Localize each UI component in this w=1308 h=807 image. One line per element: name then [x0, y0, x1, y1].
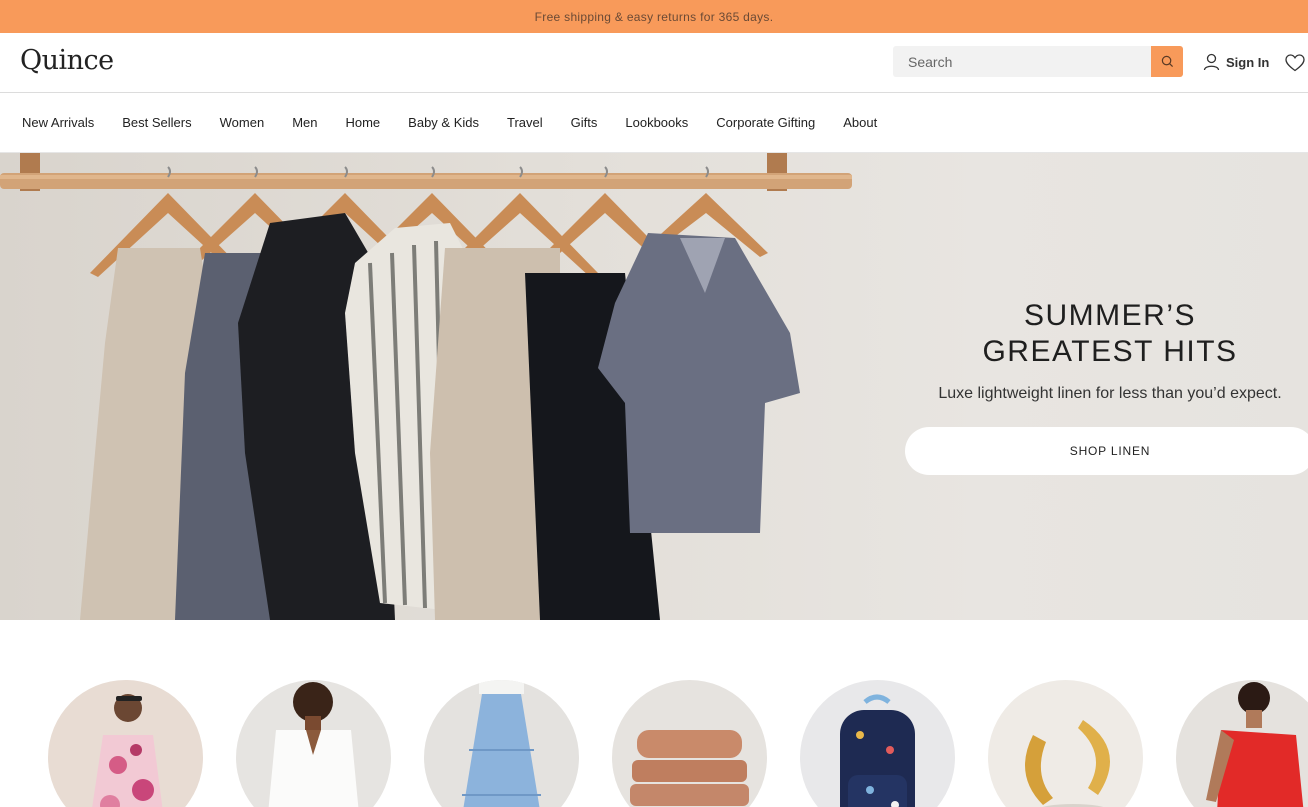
- category-kids-backpack[interactable]: [800, 680, 955, 807]
- search-box: [893, 46, 1183, 77]
- wishlist-button[interactable]: [1285, 54, 1305, 77]
- floral-dress-photo-icon: [92, 694, 163, 807]
- nav-item-men[interactable]: Men: [278, 115, 331, 130]
- hero-subtitle: Luxe lightweight linen for less than you…: [938, 385, 1282, 402]
- hero-title-line-1: SUMMER’S: [1023, 299, 1196, 332]
- nav-item-corporate-gifting[interactable]: Corporate Gifting: [702, 115, 829, 130]
- main-nav: New Arrivals Best Sellers Women Men Home…: [0, 93, 1308, 153]
- hero-title-line-2: GREATEST HITS: [982, 335, 1238, 368]
- search-icon: [1161, 55, 1173, 68]
- hero-clothing-rack-image: [0, 153, 852, 620]
- nav-item-best-sellers[interactable]: Best Sellers: [108, 115, 205, 130]
- hero-text-block: SUMMER’S GREATEST HITS Luxe lightweight …: [905, 298, 1308, 403]
- category-gold-earrings[interactable]: [988, 680, 1143, 807]
- category-floral-dress[interactable]: [48, 680, 203, 807]
- kids-backpack-photo-icon: [840, 694, 915, 807]
- red-swimsuit-photo-icon: [1206, 682, 1304, 807]
- gold-earrings-photo-icon: [1025, 720, 1110, 807]
- nav-item-lookbooks[interactable]: Lookbooks: [611, 115, 702, 130]
- site-header: Quince Sign In: [0, 33, 1308, 93]
- category-blue-skirt[interactable]: [424, 680, 579, 807]
- category-white-shirt[interactable]: [236, 680, 391, 807]
- hero-banner[interactable]: SUMMER’S GREATEST HITS Luxe lightweight …: [0, 153, 1308, 620]
- nav-item-travel[interactable]: Travel: [493, 115, 557, 130]
- white-shirt-photo-icon: [268, 682, 359, 807]
- blue-skirt-photo-icon: [462, 680, 541, 807]
- sign-in-label: Sign In: [1226, 54, 1270, 70]
- search-button[interactable]: [1151, 46, 1183, 77]
- sign-in-button[interactable]: Sign In: [1203, 53, 1269, 71]
- category-carousel: [0, 680, 1308, 807]
- promo-text: Free shipping & easy returns for 365 day…: [534, 9, 774, 24]
- heart-icon: [1285, 54, 1305, 72]
- category-bedding[interactable]: [612, 680, 767, 807]
- nav-item-women[interactable]: Women: [206, 115, 279, 130]
- nav-item-home[interactable]: Home: [331, 115, 394, 130]
- nav-item-about[interactable]: About: [829, 115, 891, 130]
- promo-bar: Free shipping & easy returns for 365 day…: [0, 0, 1308, 33]
- site-logo[interactable]: Quince: [20, 45, 114, 76]
- shop-linen-button[interactable]: SHOP LINEN: [905, 427, 1308, 475]
- user-icon: [1203, 53, 1220, 71]
- search-input[interactable]: [893, 46, 1151, 77]
- nav-item-baby-kids[interactable]: Baby & Kids: [394, 115, 493, 130]
- nav-item-new-arrivals[interactable]: New Arrivals: [8, 115, 108, 130]
- nav-item-gifts[interactable]: Gifts: [557, 115, 612, 130]
- bedding-photo-icon: [630, 730, 749, 806]
- category-red-swimsuit[interactable]: [1176, 680, 1308, 807]
